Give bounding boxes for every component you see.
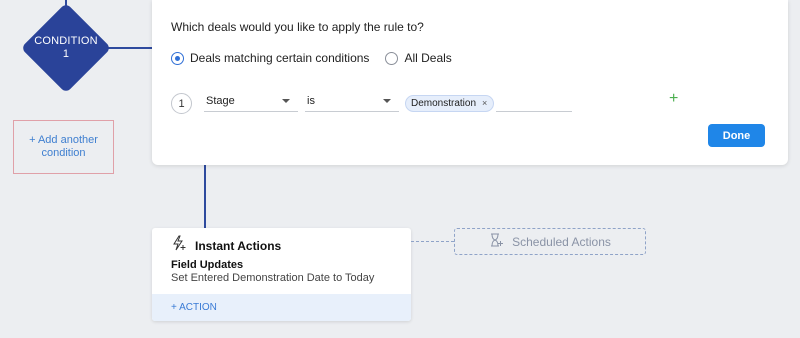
add-condition-line1: + Add another [29,134,98,146]
hourglass-plus-icon [489,233,512,250]
connector-condition-to-card [108,47,152,49]
value-chip: Demonstration × [405,95,495,112]
chevron-down-icon [383,99,391,103]
close-icon[interactable]: × [482,96,487,111]
criteria-index-badge: 1 [171,93,192,114]
connector-card-to-actions [204,165,206,228]
instant-actions-card: Instant Actions Field Updates Set Entere… [152,228,411,321]
field-updates-description[interactable]: Set Entered Demonstration Date to Today [171,272,374,284]
condition-number: 1 [62,48,70,60]
rule-criteria-card: Which deals would you like to apply the … [152,0,788,165]
add-condition-line2: condition [41,147,86,159]
instant-actions-title: Instant Actions [195,238,282,253]
workflow-canvas: CONDITION 1 + Add another condition Whic… [0,0,800,338]
radio-all-deals[interactable] [385,51,399,65]
add-another-condition-button[interactable]: + Add another condition [13,120,114,174]
scheduled-actions-label: Scheduled Actions [512,234,611,249]
field-select-value: Stage [206,95,235,107]
condition-node[interactable]: CONDITION 1 [20,2,112,94]
add-action-button[interactable]: + ACTION [152,294,411,321]
radio-matching-conditions[interactable] [171,51,184,65]
deal-scope-options: Deals matching certain conditions All De… [171,51,468,65]
add-criteria-plus-icon[interactable]: + [669,90,678,108]
radio-matching-conditions-label[interactable]: Deals matching certain conditions [190,51,369,65]
rule-question: Which deals would you like to apply the … [171,20,424,34]
condition-label: CONDITION [34,35,98,47]
value-chip-label: Demonstration [411,98,477,109]
field-updates-title[interactable]: Field Updates [171,259,243,271]
operator-select-value: is [307,95,315,107]
scheduled-actions-button[interactable]: Scheduled Actions [454,228,646,255]
operator-select[interactable]: is [305,92,399,112]
field-select[interactable]: Stage [204,92,298,112]
radio-all-deals-label[interactable]: All Deals [404,51,451,65]
value-input[interactable] [496,92,572,112]
connector-scheduled [411,241,454,242]
done-button[interactable]: Done [708,124,765,147]
chevron-down-icon [282,99,290,103]
lightning-plus-icon [171,235,187,256]
